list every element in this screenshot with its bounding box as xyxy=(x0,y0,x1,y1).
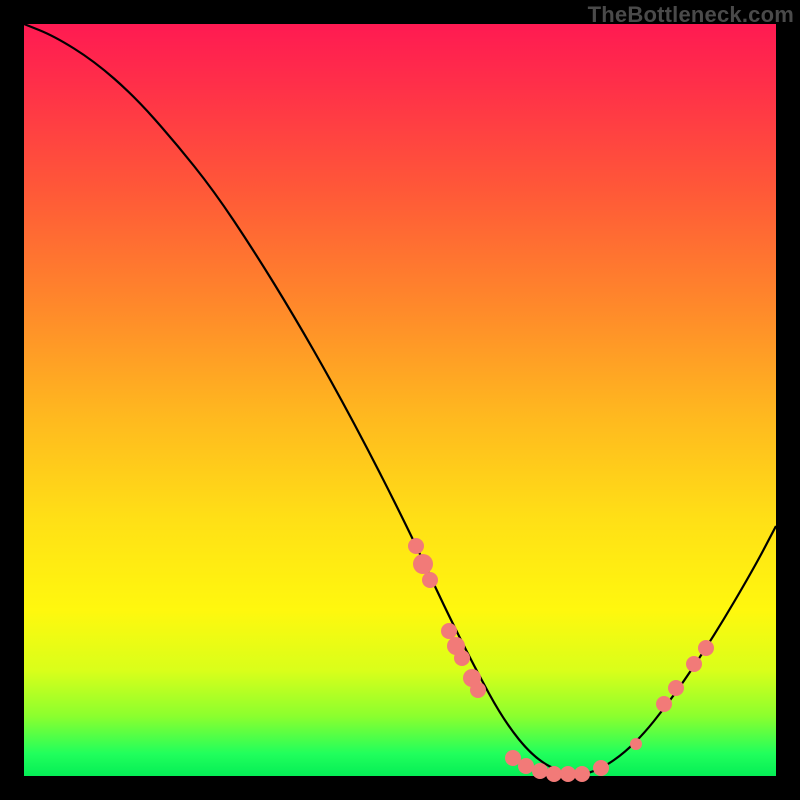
data-marker xyxy=(546,766,562,782)
data-marker xyxy=(532,763,548,779)
data-marker xyxy=(413,554,433,574)
bottleneck-curve-group xyxy=(24,24,776,774)
bottleneck-curve-path xyxy=(24,24,776,774)
data-marker xyxy=(422,572,438,588)
data-marker xyxy=(470,682,486,698)
data-marker xyxy=(686,656,702,672)
data-marker xyxy=(656,696,672,712)
data-marker xyxy=(593,760,609,776)
chart-svg xyxy=(24,24,776,776)
data-marker xyxy=(518,758,534,774)
data-marker xyxy=(441,623,457,639)
data-marker xyxy=(574,766,590,782)
data-marker xyxy=(630,738,642,750)
data-markers-group xyxy=(408,538,714,782)
data-marker xyxy=(698,640,714,656)
data-marker xyxy=(668,680,684,696)
data-marker xyxy=(408,538,424,554)
data-marker xyxy=(560,766,576,782)
chart-frame xyxy=(24,24,776,776)
data-marker xyxy=(454,650,470,666)
